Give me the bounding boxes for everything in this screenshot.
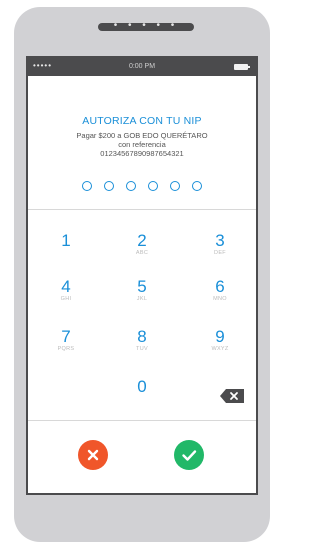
key-3[interactable]: 3 DEF bbox=[190, 231, 250, 267]
speaker-dots: • • • • • bbox=[113, 20, 179, 31]
key-digit: 2 bbox=[137, 231, 147, 250]
key-letters: PQRS bbox=[57, 346, 75, 352]
key-letters: MNO bbox=[213, 296, 227, 302]
key-6[interactable]: 6 MNO bbox=[190, 277, 250, 313]
pin-dot bbox=[82, 181, 92, 191]
key-1[interactable]: 1 bbox=[36, 231, 96, 267]
backspace-button[interactable] bbox=[220, 389, 244, 403]
key-digit: 9 bbox=[215, 327, 225, 346]
key-digit: 0 bbox=[137, 377, 147, 396]
phone-frame: • • • • • ••••• 0:00 PM AUTORIZA CON TU … bbox=[14, 7, 270, 542]
battery-icon bbox=[234, 64, 250, 70]
confirm-button[interactable] bbox=[174, 440, 204, 470]
key-letters: ABC bbox=[135, 250, 149, 256]
payment-description: Pagar $200 a GOB EDO QUERÉTARO con refer… bbox=[28, 131, 256, 158]
speaker-grille: • • • • • bbox=[98, 20, 194, 31]
key-digit: 8 bbox=[137, 327, 147, 346]
divider bbox=[28, 420, 256, 421]
key-2[interactable]: 2 ABC bbox=[112, 231, 172, 267]
key-digit: 7 bbox=[61, 327, 71, 346]
reference-label: con referencia bbox=[118, 140, 166, 149]
key-digit: 6 bbox=[215, 277, 225, 296]
pin-dot bbox=[104, 181, 114, 191]
auth-title: AUTORIZA CON TU NIP bbox=[82, 115, 202, 127]
key-7[interactable]: 7 PQRS bbox=[36, 327, 96, 363]
status-bar: ••••• 0:00 PM bbox=[28, 58, 256, 76]
pin-dot bbox=[170, 181, 180, 191]
payment-line: Pagar $200 a GOB EDO QUERÉTARO bbox=[76, 131, 208, 140]
key-letters: DEF bbox=[214, 250, 226, 256]
pin-indicator bbox=[28, 181, 256, 191]
key-digit: 5 bbox=[137, 277, 147, 296]
divider bbox=[28, 209, 256, 210]
key-digit: 1 bbox=[61, 231, 71, 250]
key-digit: 3 bbox=[215, 231, 225, 250]
status-time: 0:00 PM bbox=[128, 63, 156, 70]
key-digit: 4 bbox=[61, 277, 71, 296]
backspace-icon bbox=[220, 389, 244, 403]
pin-dot bbox=[192, 181, 202, 191]
phone-screen: ••••• 0:00 PM AUTORIZA CON TU NIP Pagar … bbox=[26, 56, 258, 495]
key-8[interactable]: 8 TUV bbox=[112, 327, 172, 363]
reference-number: 01234567890987654321 bbox=[100, 149, 184, 158]
check-icon bbox=[182, 450, 197, 461]
key-4[interactable]: 4 GHI bbox=[36, 277, 96, 313]
pin-dot bbox=[126, 181, 136, 191]
key-5[interactable]: 5 JKL bbox=[112, 277, 172, 313]
pin-dot bbox=[148, 181, 158, 191]
key-letters: WXYZ bbox=[211, 346, 229, 352]
cancel-button[interactable] bbox=[78, 440, 108, 470]
close-icon bbox=[87, 449, 99, 461]
key-0[interactable]: 0 bbox=[112, 377, 172, 413]
key-letters: TUV bbox=[136, 346, 148, 352]
key-9[interactable]: 9 WXYZ bbox=[190, 327, 250, 363]
key-letters: JKL bbox=[136, 296, 148, 302]
key-letters: GHI bbox=[60, 296, 72, 302]
